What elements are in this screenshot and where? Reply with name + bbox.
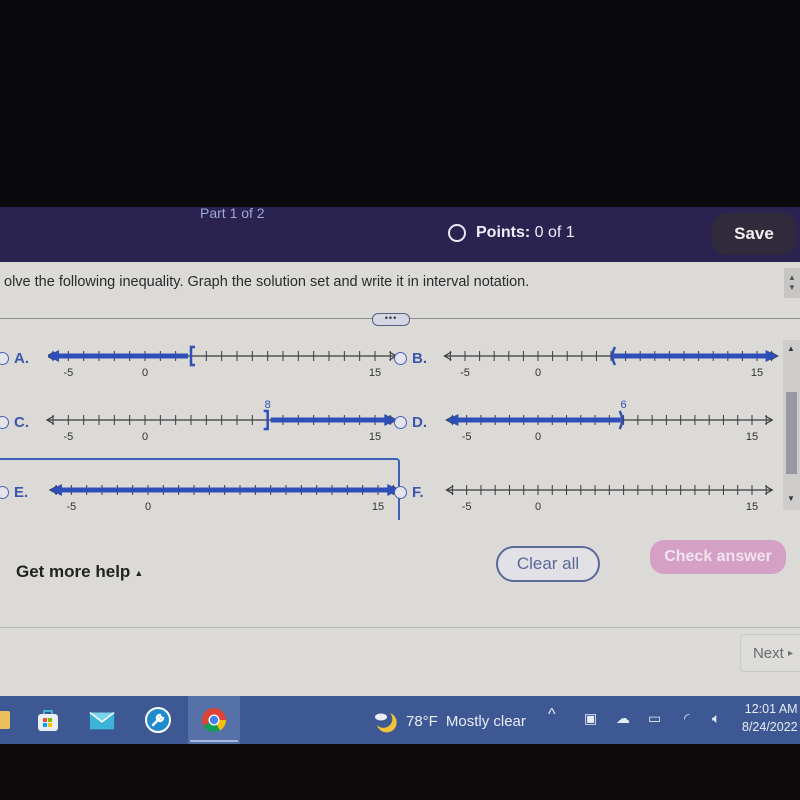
- mail-icon[interactable]: [88, 706, 116, 734]
- tick-label: -5: [462, 431, 472, 443]
- option-letter: F.: [412, 484, 424, 501]
- answer-option-b[interactable]: B.: [394, 350, 427, 367]
- radio-button[interactable]: [0, 486, 9, 499]
- answer-option-f[interactable]: F.: [394, 484, 424, 501]
- expand-more-button[interactable]: •••: [372, 313, 410, 326]
- next-label: Next: [752, 644, 784, 662]
- points-value: 0 of 1: [534, 224, 575, 241]
- answer-option-c[interactable]: C.: [0, 414, 29, 431]
- screen-bezel-top: [0, 0, 800, 207]
- weather-moon-cloud-icon: [375, 713, 397, 733]
- help-label: Get more help: [16, 562, 131, 581]
- weather-temp: 78°F: [406, 712, 438, 730]
- scrollbar-thumb[interactable]: [786, 392, 797, 474]
- number-line: -5 0 15: [48, 484, 401, 513]
- wifi-icon[interactable]: ◜: [684, 710, 689, 727]
- taskbar: 78°F Mostly clear ^ ▣ ☁ ▭ ◜ 🔈︎ 12:01 AM …: [0, 696, 800, 744]
- tick-label: -5: [462, 501, 472, 513]
- question-scrollbar[interactable]: ▲ ▼: [784, 268, 800, 298]
- radio-button[interactable]: [0, 416, 9, 429]
- question-text: olve the following inequality. Graph the…: [4, 274, 530, 290]
- meet-now-icon[interactable]: ▣: [584, 710, 597, 727]
- tick-label: 0: [142, 367, 148, 379]
- chevron-up-icon[interactable]: ^: [548, 706, 556, 724]
- tick-label: -5: [63, 431, 73, 443]
- tick-label: -5: [460, 367, 470, 379]
- tick-label: 15: [746, 501, 758, 513]
- radio-button[interactable]: [394, 486, 407, 499]
- caret-up-icon: ▲: [134, 567, 144, 578]
- clock-date: 8/24/2022: [742, 720, 798, 734]
- scroll-down-icon[interactable]: ▼: [788, 283, 796, 293]
- number-line: -5 0 15: [443, 346, 779, 379]
- option-letter: B.: [412, 350, 427, 367]
- divider: [0, 627, 800, 628]
- points-label: Points:: [476, 224, 531, 241]
- clock-time: 12:01 AM: [744, 702, 798, 716]
- weather-widget[interactable]: 78°F Mostly clear: [372, 708, 526, 734]
- endpoint-label: 6: [621, 399, 627, 411]
- battery-icon[interactable]: ▭: [648, 710, 661, 727]
- points-status: Points: 0 of 1: [448, 224, 575, 242]
- volume-icon[interactable]: 🔈︎: [712, 710, 720, 727]
- radio-button[interactable]: [0, 352, 9, 365]
- tick-label: 15: [372, 501, 384, 513]
- tick-label: -5: [63, 367, 73, 379]
- chrome-icon[interactable]: [200, 706, 228, 734]
- option-letter: A.: [14, 350, 29, 367]
- caret-right-icon: ▸: [787, 647, 794, 659]
- progress-circle-icon: [448, 224, 466, 242]
- number-line: -5 0 15: [48, 345, 398, 379]
- answer-option-d[interactable]: D.: [394, 414, 427, 431]
- part-indicator: Part 1 of 2: [200, 205, 265, 221]
- save-button[interactable]: Save: [712, 213, 796, 255]
- clock[interactable]: 12:01 AM 8/24/2022: [742, 700, 798, 736]
- tick-label: 0: [142, 431, 148, 443]
- get-more-help-button[interactable]: Get more help ▲: [16, 562, 143, 582]
- clear-all-button[interactable]: Clear all: [496, 546, 600, 582]
- next-button[interactable]: Next ▸: [740, 634, 800, 672]
- assignment-header: Part 1 of 2 Points: 0 of 1 Save: [0, 205, 800, 262]
- tick-label: 15: [369, 367, 381, 379]
- endpoint-label: 8: [265, 399, 271, 411]
- tick-label: 0: [535, 431, 541, 443]
- scroll-down-icon[interactable]: ▼: [787, 494, 795, 503]
- answer-option-e[interactable]: E.: [0, 484, 28, 501]
- file-explorer-icon[interactable]: [0, 706, 14, 734]
- tick-label: 0: [535, 501, 541, 513]
- screen-bezel-bottom: [0, 744, 800, 800]
- tick-label: -5: [66, 501, 76, 513]
- option-letter: C.: [14, 414, 29, 431]
- tools-icon[interactable]: [144, 706, 172, 734]
- options-scrollbar[interactable]: ▲ ▼: [783, 340, 800, 510]
- tick-label: 0: [535, 367, 541, 379]
- question-panel: olve the following inequality. Graph the…: [0, 262, 800, 696]
- answer-option-a[interactable]: A.: [0, 350, 29, 367]
- number-line: -5 0 15 6: [445, 399, 774, 443]
- radio-button[interactable]: [394, 352, 407, 365]
- scroll-up-icon[interactable]: ▲: [788, 273, 796, 283]
- tick-label: 15: [746, 431, 758, 443]
- onedrive-cloud-icon[interactable]: ☁: [616, 710, 630, 727]
- weather-desc: Mostly clear: [445, 712, 526, 730]
- tick-label: 15: [751, 367, 763, 379]
- scroll-up-icon[interactable]: ▲: [787, 344, 795, 353]
- tick-label: 15: [369, 431, 381, 443]
- tick-label: 0: [145, 501, 151, 513]
- option-letter: E.: [14, 484, 29, 501]
- radio-button[interactable]: [394, 416, 407, 429]
- check-answer-button[interactable]: Check answer: [650, 540, 786, 574]
- number-line: -5 0 15 8: [45, 399, 398, 443]
- number-line: -5 0 15: [445, 485, 774, 513]
- store-icon[interactable]: [34, 706, 62, 734]
- option-letter: D.: [412, 414, 427, 431]
